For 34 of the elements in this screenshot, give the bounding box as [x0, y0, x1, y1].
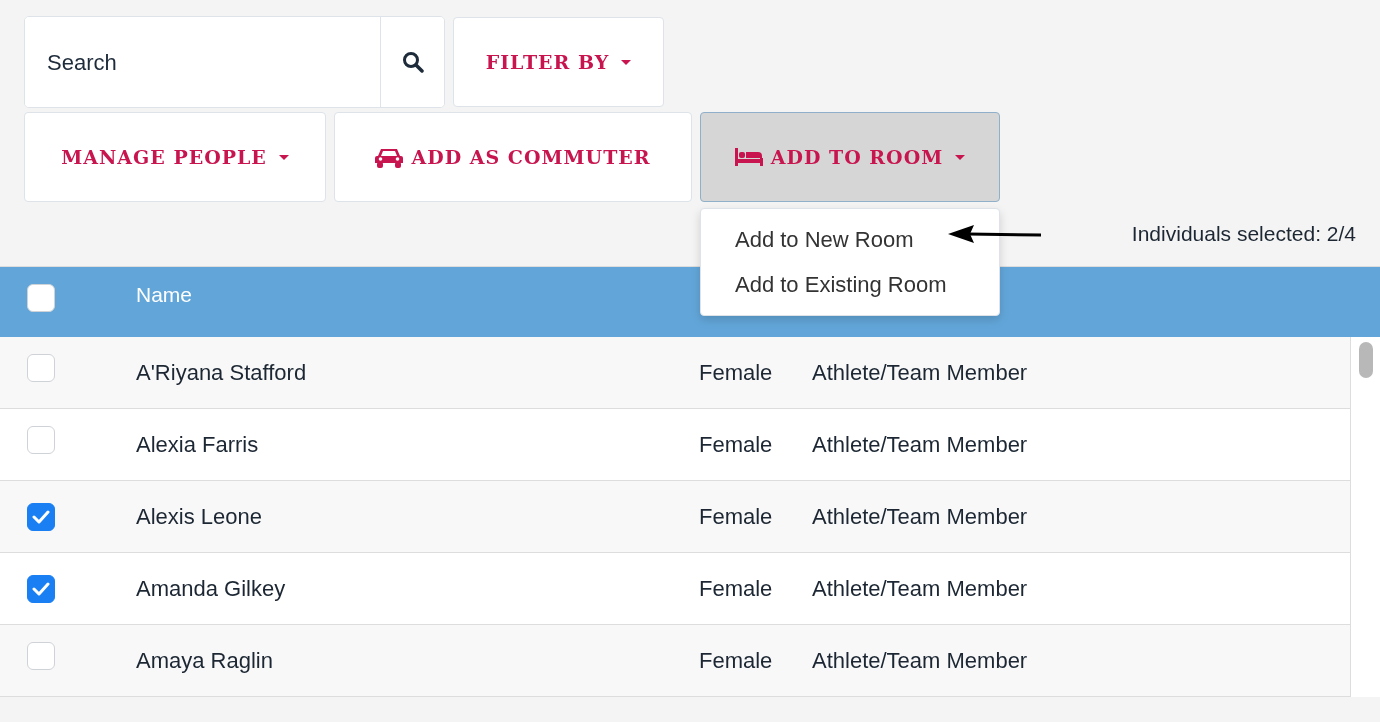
- car-icon: [375, 146, 404, 168]
- toolbar-button[interactable]: MANAGE PEOPLE: [24, 112, 326, 202]
- selection-count: Individuals selected: 2/4: [1131, 221, 1356, 248]
- gender-cell: Female: [699, 576, 773, 601]
- name-cell: Amanda Gilkey: [136, 576, 286, 601]
- name-cell: Amaya Raglin: [136, 648, 273, 673]
- toolbar-button[interactable]: ADD TO ROOM: [700, 112, 1000, 202]
- role-cell: Athlete/Team Member: [812, 360, 1028, 385]
- toolbar-button[interactable]: ADD AS COMMUTER: [334, 112, 692, 202]
- checkbox[interactable]: [27, 503, 55, 531]
- column-header: Name: [136, 283, 193, 307]
- gender-cell: Female: [699, 504, 773, 529]
- name-cell: Alexis Leone: [136, 504, 262, 529]
- name-cell: A'Riyana Stafford: [136, 360, 307, 385]
- menu-item[interactable]: Add to Existing Room: [701, 262, 999, 307]
- checkmark-icon: [32, 510, 50, 524]
- role-cell: Athlete/Team Member: [812, 648, 1028, 673]
- toolbar-button[interactable]: FILTER BY: [453, 17, 664, 107]
- bed-icon: [734, 148, 763, 166]
- search-icon: [401, 51, 424, 73]
- gender-cell: Female: [699, 648, 773, 673]
- search-box[interactable]: Search: [24, 16, 445, 108]
- scrollbar[interactable]: [1350, 337, 1380, 697]
- search-button[interactable]: [380, 17, 444, 107]
- gender-cell: Female: [699, 432, 773, 457]
- role-cell: Athlete/Team Member: [812, 504, 1028, 529]
- name-cell: Alexia Farris: [136, 432, 259, 457]
- arrow-icon: [948, 224, 1042, 244]
- checkmark-icon: [32, 582, 50, 596]
- role-cell: Athlete/Team Member: [812, 576, 1028, 601]
- menu-item[interactable]: Add to New Room: [701, 217, 999, 262]
- role-cell: Athlete/Team Member: [812, 432, 1028, 457]
- checkbox[interactable]: [27, 575, 55, 603]
- gender-cell: Female: [699, 360, 773, 385]
